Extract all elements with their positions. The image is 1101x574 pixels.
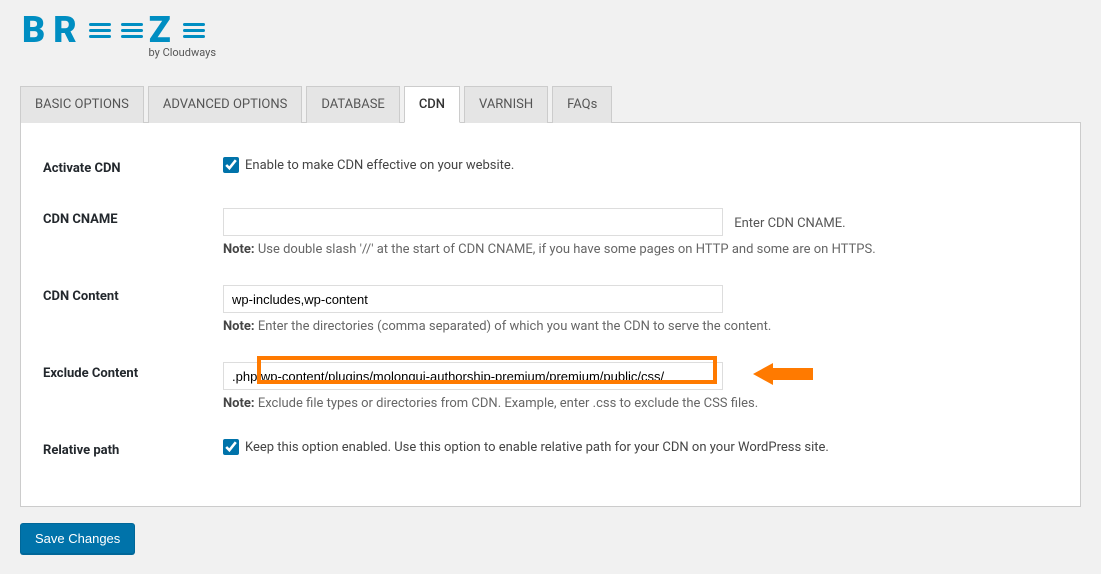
exclude-content-input[interactable] bbox=[223, 362, 723, 390]
label-activate-cdn: Activate CDN bbox=[43, 143, 223, 194]
activate-cdn-desc: Enable to make CDN effective on your web… bbox=[245, 158, 514, 173]
logo-letter: R bbox=[53, 12, 82, 48]
logo-wave-icon bbox=[121, 23, 143, 38]
logo-wave-icon bbox=[183, 23, 205, 38]
activate-cdn-checkbox[interactable] bbox=[223, 157, 239, 173]
label-relative-path: Relative path bbox=[43, 425, 223, 476]
cdn-cname-after: Enter CDN CNAME. bbox=[734, 216, 845, 231]
arrow-icon bbox=[753, 360, 813, 388]
note-label: Note: bbox=[223, 242, 255, 257]
relative-path-checkbox[interactable] bbox=[223, 439, 239, 455]
tab-basic-options[interactable]: BASIC OPTIONS bbox=[20, 86, 144, 123]
logo-wave-icon bbox=[89, 23, 111, 38]
cdn-cname-input[interactable] bbox=[223, 208, 723, 236]
exclude-content-note: Exclude file types or directories from C… bbox=[258, 396, 758, 411]
tab-database[interactable]: DATABASE bbox=[306, 86, 399, 123]
label-exclude-content: Exclude Content bbox=[43, 348, 223, 425]
note-label: Note: bbox=[223, 319, 255, 334]
note-label: Note: bbox=[223, 396, 255, 411]
cdn-settings-panel: Activate CDN Enable to make CDN effectiv… bbox=[20, 123, 1081, 507]
tab-varnish[interactable]: VARNISH bbox=[464, 86, 548, 123]
tab-faqs[interactable]: FAQs bbox=[552, 86, 612, 123]
tab-advanced-options[interactable]: ADVANCED OPTIONS bbox=[148, 86, 302, 123]
relative-path-desc: Keep this option enabled. Use this optio… bbox=[245, 440, 829, 455]
cdn-content-input[interactable] bbox=[223, 285, 723, 313]
cdn-content-note: Enter the directories (comma separated) … bbox=[258, 319, 771, 334]
label-cdn-cname: CDN CNAME bbox=[43, 194, 223, 271]
settings-tabs: BASIC OPTIONS ADVANCED OPTIONS DATABASE … bbox=[20, 85, 1081, 123]
save-changes-button[interactable]: Save Changes bbox=[20, 523, 135, 554]
logo-letter: Z bbox=[149, 12, 177, 48]
logo-letter: B bbox=[22, 12, 51, 48]
breeze-logo: B R Z by Cloudways bbox=[20, 0, 1081, 67]
tab-cdn[interactable]: CDN bbox=[404, 86, 460, 123]
cdn-cname-note: Use double slash '//' at the start of CD… bbox=[258, 242, 876, 257]
label-cdn-content: CDN Content bbox=[43, 271, 223, 348]
